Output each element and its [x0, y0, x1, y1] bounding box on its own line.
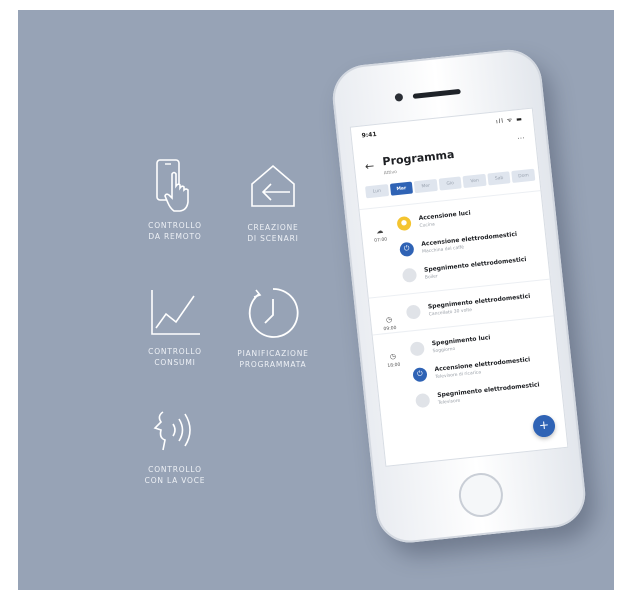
group-time-marker: ☁ 07:00 — [370, 217, 389, 244]
phone-screen: 9:41 ıll ᯤ ▬ ··· ← Programma Attivo Lun … — [349, 107, 569, 467]
feature-voice-label-1: CONTROLLO — [148, 465, 202, 474]
group-time-marker: ◷ 09:00 — [380, 306, 399, 333]
status-time: 9:41 — [361, 130, 377, 140]
item-subtitle: Boiler — [424, 274, 439, 281]
feature-voice: CONTROLLO CON LA VOCE — [115, 408, 235, 486]
schedule-group: ◷ 18:00 Spegnimento luci Soggiorno ⏻ Acc… — [372, 315, 563, 423]
item-title: Accensione elettrodomestici — [434, 356, 531, 374]
bulb-icon: ● — [396, 215, 412, 232]
item-title: Accensione luci — [418, 209, 471, 222]
feature-scheduling-label-2: PROGRAMMATA — [239, 360, 307, 369]
item-subtitle: Soggiorno — [432, 346, 456, 355]
tab-day-ven[interactable]: Ven — [462, 173, 487, 189]
status-icons: ıll ᯤ ▬ — [495, 115, 524, 126]
speaker-grille — [412, 88, 461, 99]
clock-icon — [248, 288, 299, 338]
weather-icon: ☁ — [375, 226, 384, 236]
feature-voice-label-2: CON LA VOCE — [144, 476, 206, 485]
phone-mockup: 9:41 ıll ᯤ ▬ ··· ← Programma Attivo Lun … — [329, 42, 614, 585]
schedule-list: ☁ 07:00 ● Accensione luci Cucina ⏻ Accen… — [359, 190, 563, 423]
tab-day-mer[interactable]: Mer — [413, 178, 438, 194]
voice-icon — [153, 411, 191, 451]
feature-scenes: CREAZIONE DI SCENARI — [213, 162, 333, 244]
feature-scenes-label-2: DI SCENARI — [247, 234, 299, 243]
page-subtitle: Attivo — [383, 170, 398, 177]
plug-icon: ⏻ — [399, 241, 415, 258]
page-title: Programma — [381, 147, 455, 169]
clock-small-icon: ◷ — [389, 352, 397, 361]
tab-day-gio[interactable]: Gio — [438, 176, 463, 191]
phone-body: 9:41 ıll ᯤ ▬ ··· ← Programma Attivo Lun … — [329, 46, 589, 546]
chart-line-icon — [151, 290, 200, 335]
bulb-off-icon — [409, 341, 425, 357]
plug-off-icon — [405, 304, 422, 320]
item-subtitle: Cucina — [419, 222, 436, 229]
plug-off-icon — [415, 392, 431, 409]
tab-day-dom[interactable]: Dom — [511, 168, 536, 183]
background-canvas: CONTROLLO DA REMOTO CREAZIONE DI SCENARI… — [18, 10, 614, 590]
group-time: 18:00 — [387, 362, 401, 370]
home-button[interactable] — [456, 470, 506, 520]
clock-small-icon: ◷ — [385, 315, 393, 324]
back-arrow-icon[interactable]: ← — [364, 159, 375, 173]
feature-scenes-label-1: CREAZIONE — [247, 223, 299, 232]
camera-icon — [394, 92, 404, 102]
item-subtitle: Televisore — [437, 398, 461, 406]
group-time: 07:00 — [374, 237, 388, 244]
feature-scheduling-label-1: PIANIFICAZIONE — [237, 349, 309, 358]
home-arrow-icon — [251, 164, 295, 207]
tab-day-mar[interactable]: Mar — [389, 181, 414, 196]
tab-day-sab[interactable]: Sab — [487, 171, 511, 186]
item-title: Spegnimento elettrodomestici — [427, 292, 531, 311]
plug-icon: ⏻ — [412, 367, 428, 383]
group-time-marker: ◷ 18:00 — [384, 343, 403, 370]
phone-touch-icon — [156, 159, 189, 212]
item-title: Spegnimento luci — [431, 334, 491, 348]
item-title: Accensione elettrodomestici — [421, 230, 518, 248]
add-button[interactable]: + — [531, 413, 557, 439]
feature-scheduling: PIANIFICAZIONE PROGRAMMATA — [213, 286, 333, 370]
plug-off-icon — [401, 267, 418, 283]
tab-day-lun[interactable]: Lun — [365, 184, 389, 199]
